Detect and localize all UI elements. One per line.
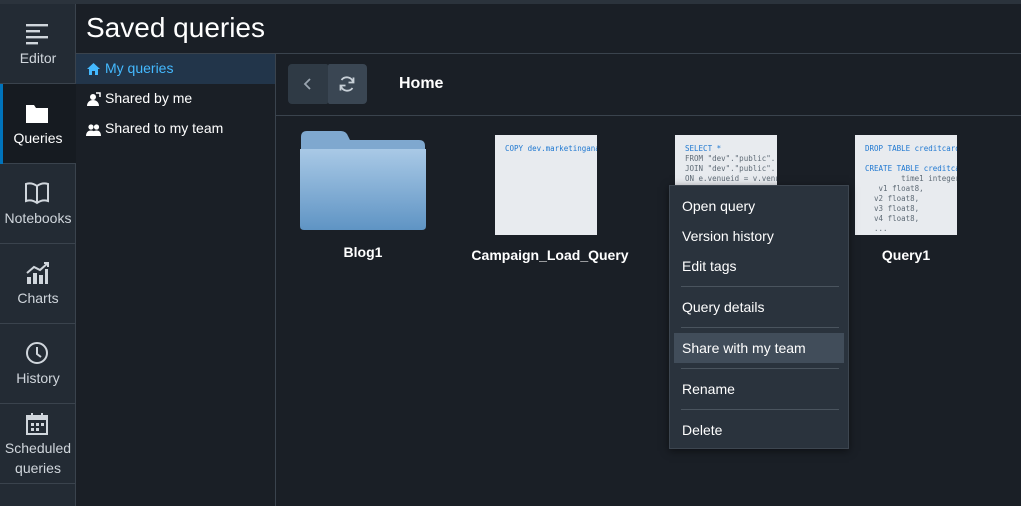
nav-label-shared-to-my-team: Shared to my team xyxy=(105,120,224,136)
breadcrumb: Home xyxy=(399,75,444,92)
menu-divider xyxy=(681,409,839,410)
query-preview: DROP TABLE creditcard CREATE TABLE credi… xyxy=(855,135,957,235)
rail-item-charts[interactable]: Charts xyxy=(0,244,76,324)
menu-label: Open query xyxy=(682,198,756,214)
rail-label-scheduled: Scheduled xyxy=(4,440,72,456)
editor-icon xyxy=(26,24,48,45)
folder-icon xyxy=(300,131,426,230)
nav-panel: My queries Shared by me Shared to my tea… xyxy=(76,54,276,506)
menu-label: Edit tags xyxy=(682,258,737,274)
refresh-icon xyxy=(339,76,355,92)
toolbar-divider xyxy=(276,115,1021,116)
menu-item-share-with-my-team[interactable]: Share with my team xyxy=(674,333,844,363)
rail-item-history[interactable]: History xyxy=(0,324,76,404)
menu-label: Query details xyxy=(682,299,765,315)
menu-divider xyxy=(681,286,839,287)
nav-label-my-queries: My queries xyxy=(105,60,174,76)
query-preview: COPY dev.marketinganalysis xyxy=(495,135,597,235)
book-icon xyxy=(25,182,49,205)
rail-label-queries: Queries xyxy=(13,130,63,146)
rail-item-queries[interactable]: Queries xyxy=(0,84,76,164)
team-icon xyxy=(86,124,101,136)
refresh-button[interactable] xyxy=(328,64,367,104)
rail-label-editor: Editor xyxy=(19,50,57,66)
context-menu: Open query Version history Edit tags Que… xyxy=(669,185,849,449)
rail-label-charts: Charts xyxy=(17,290,59,306)
menu-divider xyxy=(681,368,839,369)
query-tile-query1[interactable]: DROP TABLE creditcard CREATE TABLE credi… xyxy=(855,134,957,274)
menu-item-version-history[interactable]: Version history xyxy=(674,221,844,251)
menu-item-query-details[interactable]: Query details xyxy=(674,292,844,322)
menu-item-delete[interactable]: Delete xyxy=(674,415,844,445)
preview-code: COPY dev.marketinganalysis xyxy=(505,144,597,153)
menu-label: Share with my team xyxy=(682,340,806,356)
rail-item-editor[interactable]: Editor xyxy=(0,4,76,84)
back-button[interactable] xyxy=(288,64,328,104)
chevron-left-icon xyxy=(303,78,311,90)
nav-label-shared-by-me: Shared by me xyxy=(105,90,193,106)
rail-label-notebooks: Notebooks xyxy=(4,210,72,226)
query-tile-campaign-load-query[interactable]: COPY dev.marketinganalysis Campaign_Load… xyxy=(470,134,630,274)
rail-item-scheduled-queries[interactable]: Scheduled queries xyxy=(0,404,76,484)
nav-item-shared-to-my-team[interactable]: Shared to my team xyxy=(76,114,275,144)
home-icon xyxy=(87,63,100,75)
menu-item-open-query[interactable]: Open query xyxy=(674,191,844,221)
preview-code: SELECT * FROM "dev"."public". JOIN "dev"… xyxy=(685,144,777,183)
tile-label: Blog1 xyxy=(343,244,383,260)
nav-item-shared-by-me[interactable]: Shared by me xyxy=(76,84,275,114)
top-border xyxy=(0,0,1021,4)
user-share-icon xyxy=(87,92,101,106)
tile-label: Campaign_Load_Query xyxy=(471,247,629,263)
folder-icon xyxy=(26,105,48,123)
clock-icon xyxy=(26,342,48,364)
menu-label: Delete xyxy=(682,422,723,438)
chart-icon xyxy=(26,262,49,284)
folder-tile-blog1[interactable]: Blog1 xyxy=(296,127,430,267)
menu-label: Rename xyxy=(682,381,735,397)
rail-label-history: History xyxy=(16,370,60,386)
nav-item-my-queries[interactable]: My queries xyxy=(76,54,275,84)
tile-label: Query1 xyxy=(881,247,931,263)
menu-label: Version history xyxy=(682,228,774,244)
page-title: Saved queries xyxy=(86,12,266,43)
menu-item-rename[interactable]: Rename xyxy=(674,374,844,404)
rail-item-notebooks[interactable]: Notebooks xyxy=(0,164,76,244)
calendar-icon xyxy=(26,413,48,435)
menu-divider xyxy=(681,327,839,328)
rail-label-queries-2: queries xyxy=(15,460,61,476)
left-rail: Editor Queries Notebooks Charts History xyxy=(0,4,76,506)
preview-code: DROP TABLE creditcard CREATE TABLE credi… xyxy=(865,144,957,233)
menu-item-edit-tags[interactable]: Edit tags xyxy=(674,251,844,281)
